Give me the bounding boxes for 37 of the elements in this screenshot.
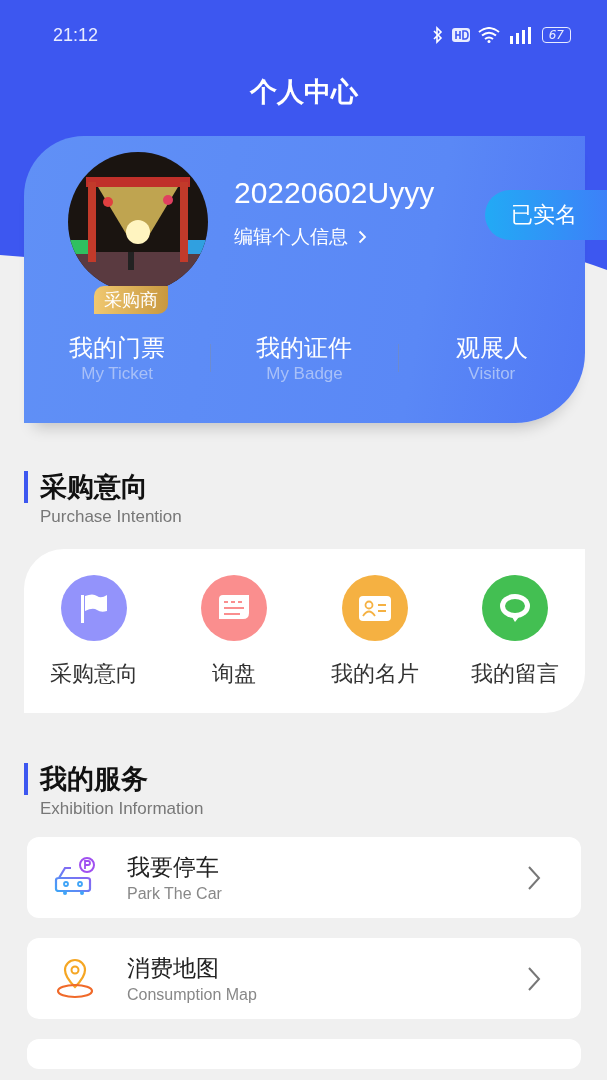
bluetooth-icon <box>431 26 444 44</box>
profile-link-subtitle: My Ticket <box>81 364 154 384</box>
page-title: 个人中心 <box>248 75 359 109</box>
battery-indicator: 67 <box>541 27 571 43</box>
contact-card-icon[interactable] <box>341 575 408 641</box>
profile-link[interactable]: 我的证件 <box>256 332 353 364</box>
service-item[interactable]: 我要停车 Park The Car <box>27 837 581 918</box>
profile-link[interactable]: 观展人 <box>455 332 528 364</box>
chevron-right-icon <box>527 864 541 891</box>
section-title: 我的服务 <box>40 762 149 796</box>
chevron-right-icon <box>358 230 367 244</box>
edit-profile-link[interactable]: 编辑个人信息 <box>234 224 348 250</box>
shortcut-label: 采购意向 <box>50 660 139 688</box>
message-icon[interactable] <box>201 575 268 641</box>
service-subtitle: Consumption Map <box>127 986 258 1004</box>
section-subtitle: Exhibition Information <box>40 799 205 819</box>
shortcut-label: 我的留言 <box>470 660 559 688</box>
username: 20220602Uyyy <box>234 176 435 210</box>
flag-icon[interactable] <box>61 575 128 641</box>
service-subtitle: Park The Car <box>127 885 223 903</box>
chat-bubble-icon[interactable] <box>481 575 548 641</box>
service-title: 我要停车 <box>127 853 220 882</box>
section-title: 采购意向 <box>40 470 149 504</box>
section-subtitle: Purchase Intention <box>40 507 183 527</box>
profile-link-subtitle: My Badge <box>266 364 343 384</box>
verified-badge: 已实名 <box>485 190 607 240</box>
chevron-right-icon <box>527 965 541 992</box>
status-time: 21:12 <box>53 24 99 46</box>
service-title: 消费地图 <box>127 954 220 983</box>
profile-link[interactable]: 我的门票 <box>69 332 166 364</box>
service-item[interactable]: 消费地图 Consumption Map <box>27 938 581 1019</box>
shortcut-label: 我的名片 <box>330 660 419 688</box>
shortcut-label: 询盘 <box>212 660 257 688</box>
signal-icon <box>507 26 534 44</box>
role-badge: 采购商 <box>94 286 168 314</box>
profile-link-subtitle: Visitor <box>468 364 516 384</box>
wifi-icon <box>477 27 500 43</box>
